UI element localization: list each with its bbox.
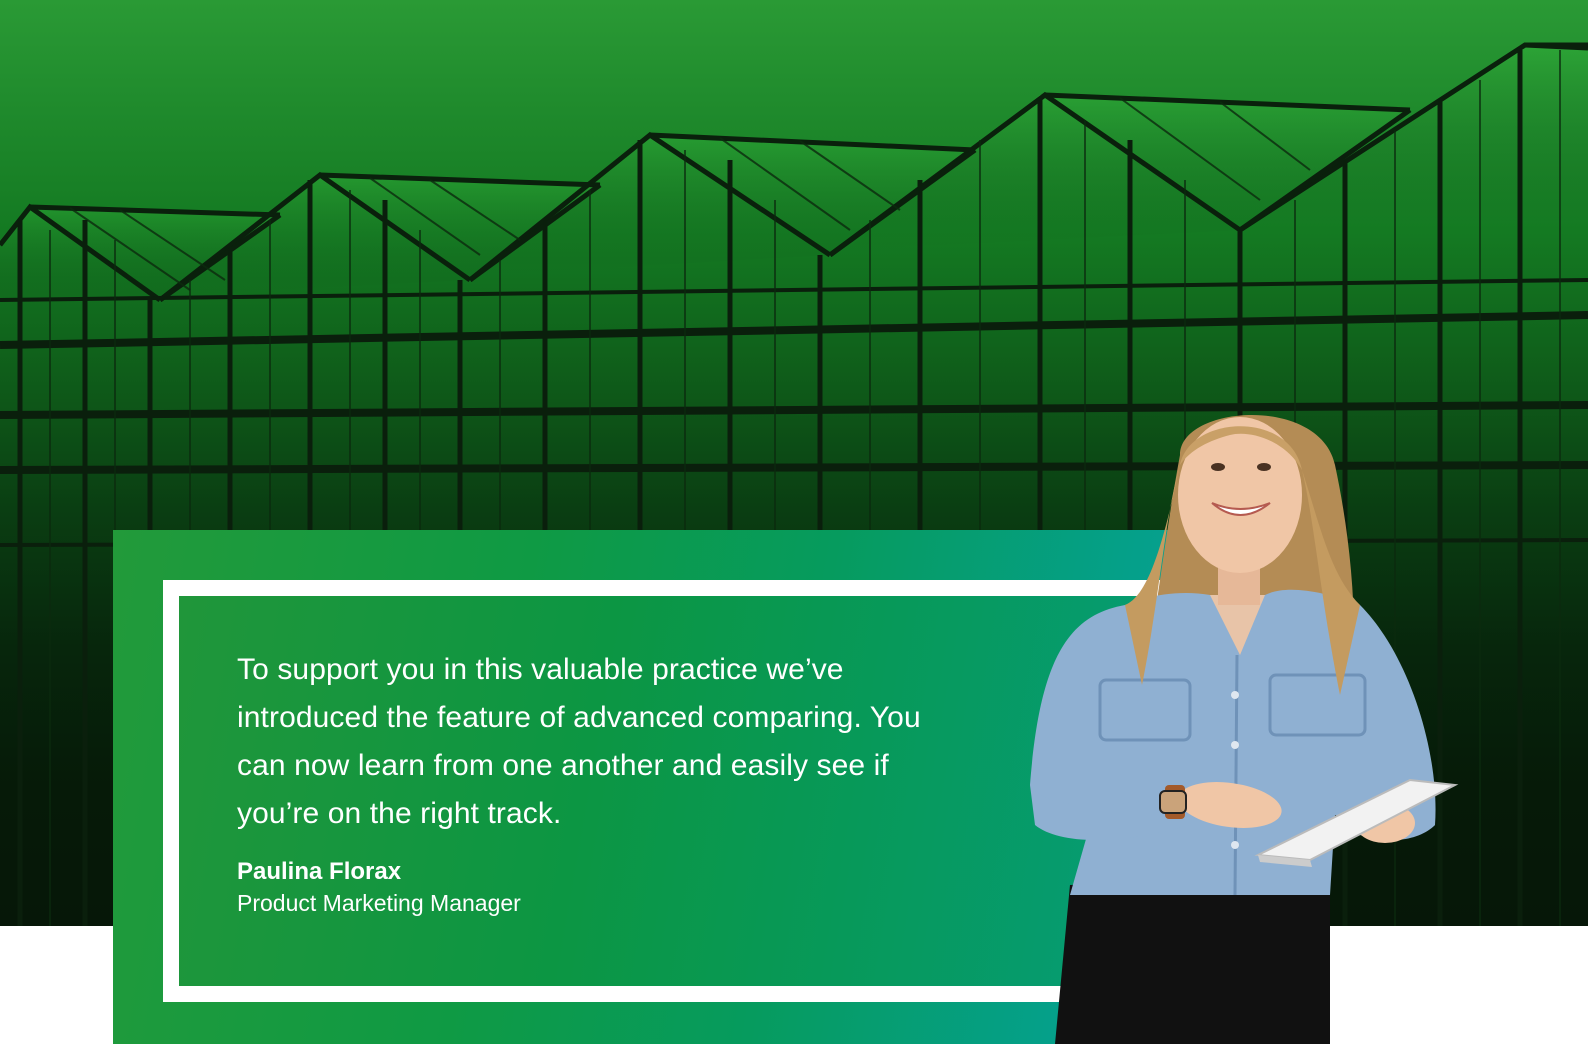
author-title: Product Marketing Manager [237, 890, 521, 916]
author-name: Paulina Florax [237, 858, 402, 885]
quote-text: To support you in this valuable practice… [237, 653, 921, 830]
person-with-tablet-photo [1030, 415, 1459, 1044]
